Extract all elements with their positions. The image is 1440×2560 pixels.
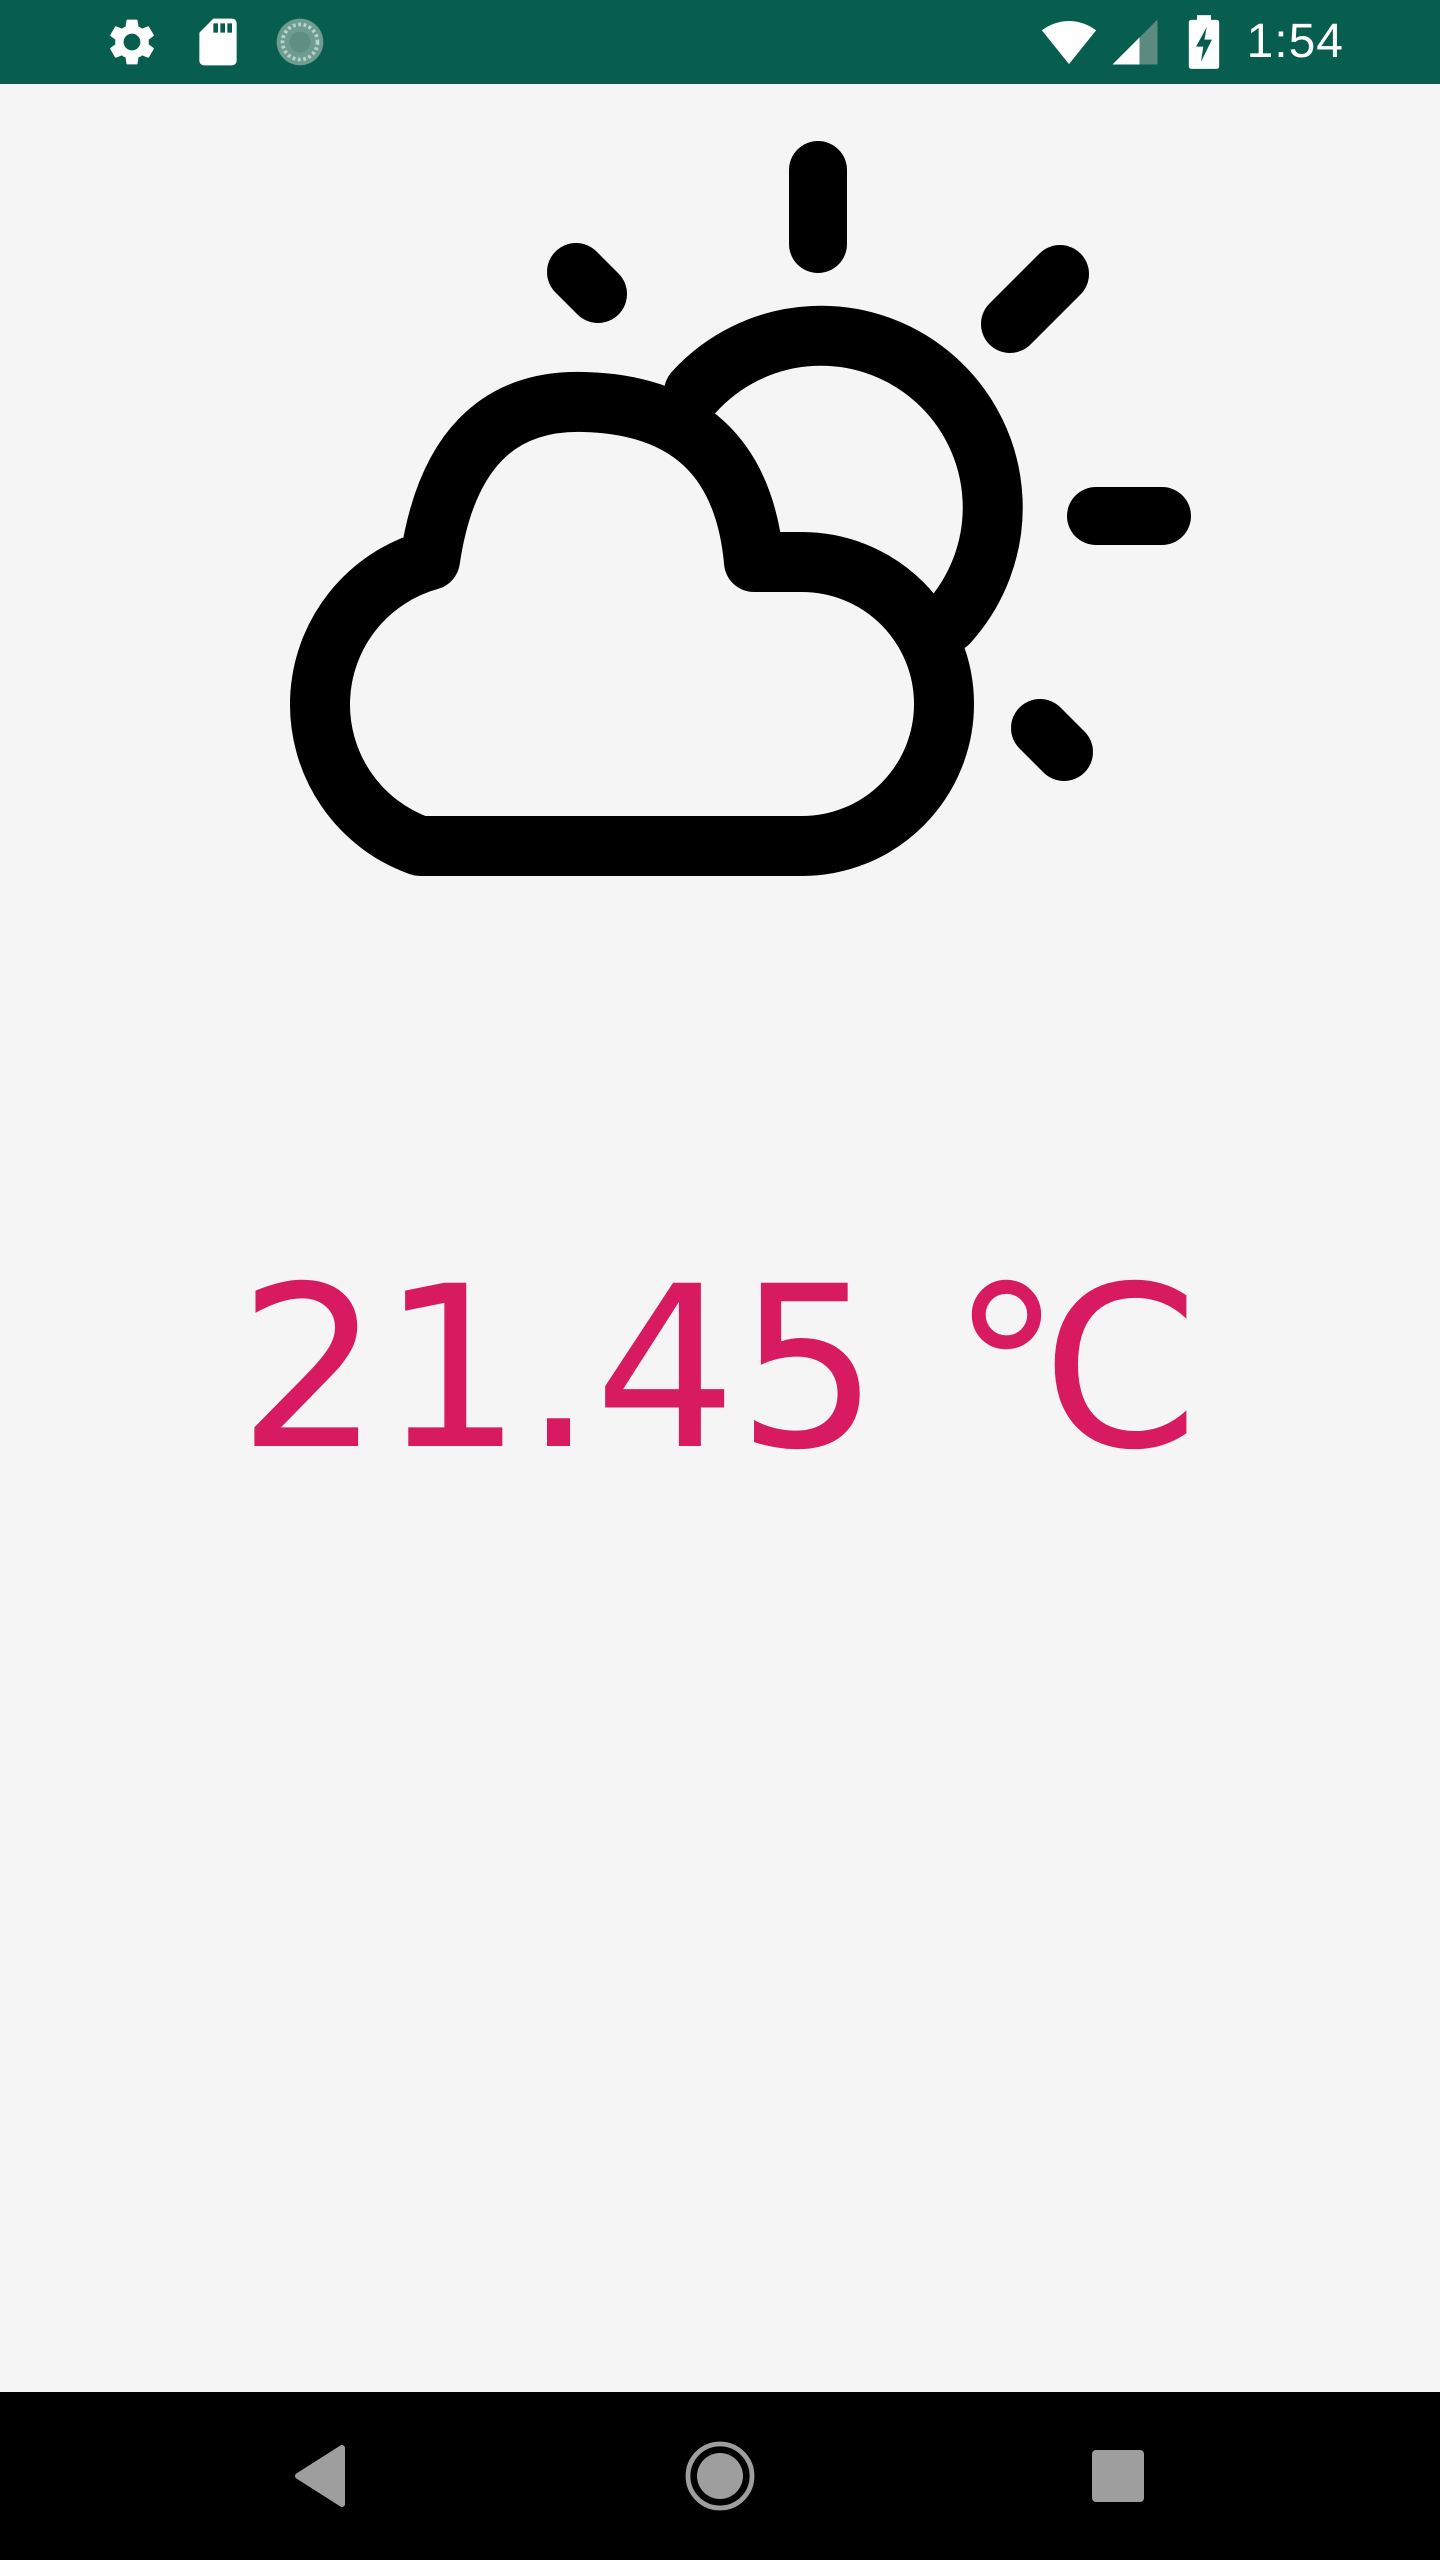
- home-button[interactable]: [680, 2436, 760, 2516]
- battery-charging-icon: [1188, 15, 1220, 69]
- sync-spinner-icon: [276, 18, 324, 66]
- sd-card-icon: [199, 18, 237, 66]
- back-button[interactable]: [282, 2436, 362, 2516]
- gear-icon: [110, 19, 154, 65]
- recents-button[interactable]: [1078, 2436, 1158, 2516]
- cellular-signal-icon: [1112, 19, 1158, 65]
- temperature-reading: 21.45 ℃: [237, 1238, 1203, 1499]
- status-bar: 1:54: [0, 0, 1440, 84]
- navigation-bar: [0, 2392, 1440, 2560]
- wifi-icon: [1041, 21, 1097, 65]
- main-content: 21.45 ℃: [0, 84, 1440, 2392]
- partly-cloudy-icon: [290, 141, 1191, 876]
- status-time: 1:54: [1246, 15, 1344, 68]
